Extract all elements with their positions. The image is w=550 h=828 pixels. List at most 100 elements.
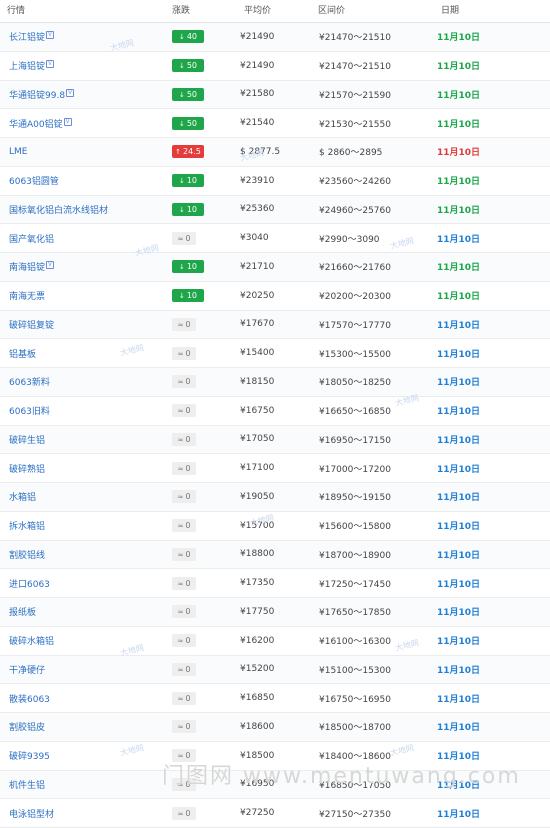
change-cell: ≈0 [165, 634, 237, 648]
table-row: 6063旧料 ≈0 ¥16750 ¥16650～16850 11月10日 [0, 397, 550, 426]
product-link[interactable]: 长江铝锭 V [0, 30, 165, 43]
change-badge: ≈0 [172, 576, 196, 590]
table-row: 上海铝锭 V ↓ 50 ¥21490 ¥21470～21510 11月10日 [0, 52, 550, 81]
change-value: 50 [186, 118, 198, 128]
price-range: ¥15300～15500 [319, 349, 391, 360]
date-cell: 11月10日 [437, 320, 481, 331]
change-badge: ≈0 [172, 346, 196, 360]
arrow-down-icon: ↓ [178, 119, 185, 128]
approx-icon: ≈ [177, 665, 184, 674]
date-cell: 11月10日 [437, 608, 481, 619]
product-name: 割胶铝线 [9, 550, 46, 561]
product-name: 水箱铝 [9, 493, 37, 504]
price-range: ¥23560～24260 [319, 177, 391, 188]
change-value: 10 [186, 262, 198, 272]
product-link[interactable]: 6063旧料 [0, 404, 165, 417]
price-range: ¥27150～27350 [319, 809, 391, 820]
change-badge: ≈0 [172, 634, 196, 648]
product-link[interactable]: 南海铝锭 V [0, 260, 165, 273]
price-range: ¥16750～16950 [319, 694, 391, 705]
product-link[interactable]: 南海无票 [0, 289, 165, 302]
price-range: ¥24960～25760 [319, 205, 391, 216]
header-change: 涨跌 [172, 6, 191, 16]
approx-icon: ≈ [177, 464, 184, 473]
date-cell: 11月10日 [437, 234, 481, 245]
arrow-up-icon: ↑ [175, 148, 182, 157]
price-range: ¥21570～21590 [319, 90, 391, 101]
change-cell: ≈0 [165, 346, 237, 360]
table-row: 6063新料 ≈0 ¥18150 ¥18050～18250 11月10日 [0, 368, 550, 397]
product-link[interactable]: 铝基板 [0, 347, 165, 360]
average-price: ¥20250 [240, 290, 275, 301]
product-link[interactable]: 割胶铝线 [0, 548, 165, 561]
product-link[interactable]: 华通A00铝锭 V [0, 117, 165, 130]
date-cell: 11月10日 [437, 62, 481, 73]
change-value: 0 [185, 233, 191, 243]
product-link[interactable]: 拆水箱铝 [0, 519, 165, 532]
table-row: 拆水箱铝 ≈0 ¥15700 ¥15600～15800 11月10日 [0, 512, 550, 541]
table-row: 国标氧化铝白流水线铝材 ↓ 10 ¥25360 ¥24960～25760 11月10日 [0, 195, 550, 225]
change-cell: ↓ 50 [165, 87, 237, 101]
change-cell: ≈0 [165, 576, 237, 590]
change-value: 10 [186, 176, 198, 186]
date-cell: 11月10日 [437, 292, 481, 303]
approx-icon: ≈ [177, 234, 184, 243]
product-link[interactable]: 报纸板 [0, 605, 165, 618]
product-link[interactable]: 破碎熟铝 [0, 462, 165, 475]
change-cell: ≈0 [165, 691, 237, 705]
change-cell: ↓ 50 [165, 59, 237, 73]
date-cell: 11月10日 [437, 205, 481, 216]
product-link[interactable]: 电泳铝型材 [0, 807, 165, 820]
product-name: 南海无票 [9, 292, 46, 303]
average-price: ¥17670 [240, 319, 275, 330]
product-link[interactable]: 国产氧化铝 [0, 232, 165, 245]
average-price: ¥21490 [240, 60, 275, 71]
average-price: ¥15400 [240, 348, 275, 359]
change-cell: ≈0 [165, 317, 237, 331]
product-link[interactable]: 6063铝圆管 [0, 174, 165, 187]
product-name: 华通A00铝锭 [9, 119, 63, 130]
change-value: 0 [185, 549, 191, 559]
change-cell: ≈0 [165, 720, 237, 734]
product-link[interactable]: LME [0, 147, 165, 157]
table-row: 干净硬仔 ≈0 ¥15200 ¥15100～15300 11月10日 [0, 655, 550, 685]
product-link[interactable]: 进口6063 [0, 577, 165, 590]
product-link[interactable]: 破碎9395 [0, 749, 165, 762]
date-cell: 11月10日 [437, 522, 481, 533]
product-link[interactable]: 割胶铝皮 [0, 720, 165, 733]
product-name: 破碎铝复锭 [9, 320, 55, 331]
change-badge: ↓ 50 [172, 59, 204, 73]
change-cell: ≈0 [165, 519, 237, 533]
product-link[interactable]: 华通铝锭99.8 V [0, 88, 165, 101]
product-name: 破碎9395 [9, 752, 50, 763]
product-link[interactable]: 破碎铝复锭 [0, 318, 165, 331]
change-badge: ≈0 [172, 317, 196, 331]
product-name: 破碎熟铝 [9, 464, 46, 475]
change-value: 0 [185, 636, 191, 646]
product-link[interactable]: 干净硬仔 [0, 663, 165, 676]
average-price: $ 2877.5 [240, 146, 281, 157]
product-link[interactable]: 水箱铝 [0, 490, 165, 503]
vip-icon: V [63, 117, 72, 126]
change-badge: ↓ 10 [172, 289, 204, 303]
product-link[interactable]: 破碎水箱铝 [0, 634, 165, 647]
change-cell: ↓ 10 [165, 202, 237, 216]
product-link[interactable]: 散装6063 [0, 692, 165, 705]
change-value: 40 [186, 32, 198, 42]
change-badge: ≈0 [172, 490, 196, 504]
change-badge: ≈0 [172, 231, 196, 245]
approx-icon: ≈ [177, 378, 184, 387]
product-link[interactable]: 机件生铝 [0, 778, 165, 791]
change-value: 0 [185, 492, 191, 502]
product-link[interactable]: 破碎生铝 [0, 433, 165, 446]
approx-icon: ≈ [177, 723, 184, 732]
product-link[interactable]: 6063新料 [0, 375, 165, 388]
table-row: 破碎铝复锭 ≈0 ¥17670 ¥17570～17770 11月10日 [0, 310, 550, 340]
product-link[interactable]: 国标氧化铝白流水线铝材 [0, 203, 165, 216]
table-row: 破碎水箱铝 ≈0 ¥16200 ¥16100～16300 11月10日 [0, 627, 550, 656]
product-link[interactable]: 上海铝锭 V [0, 59, 165, 72]
date-cell: 11月10日 [437, 809, 481, 820]
approx-icon: ≈ [177, 493, 184, 502]
price-range: ¥17250～17450 [319, 579, 391, 590]
approx-icon: ≈ [177, 809, 184, 818]
